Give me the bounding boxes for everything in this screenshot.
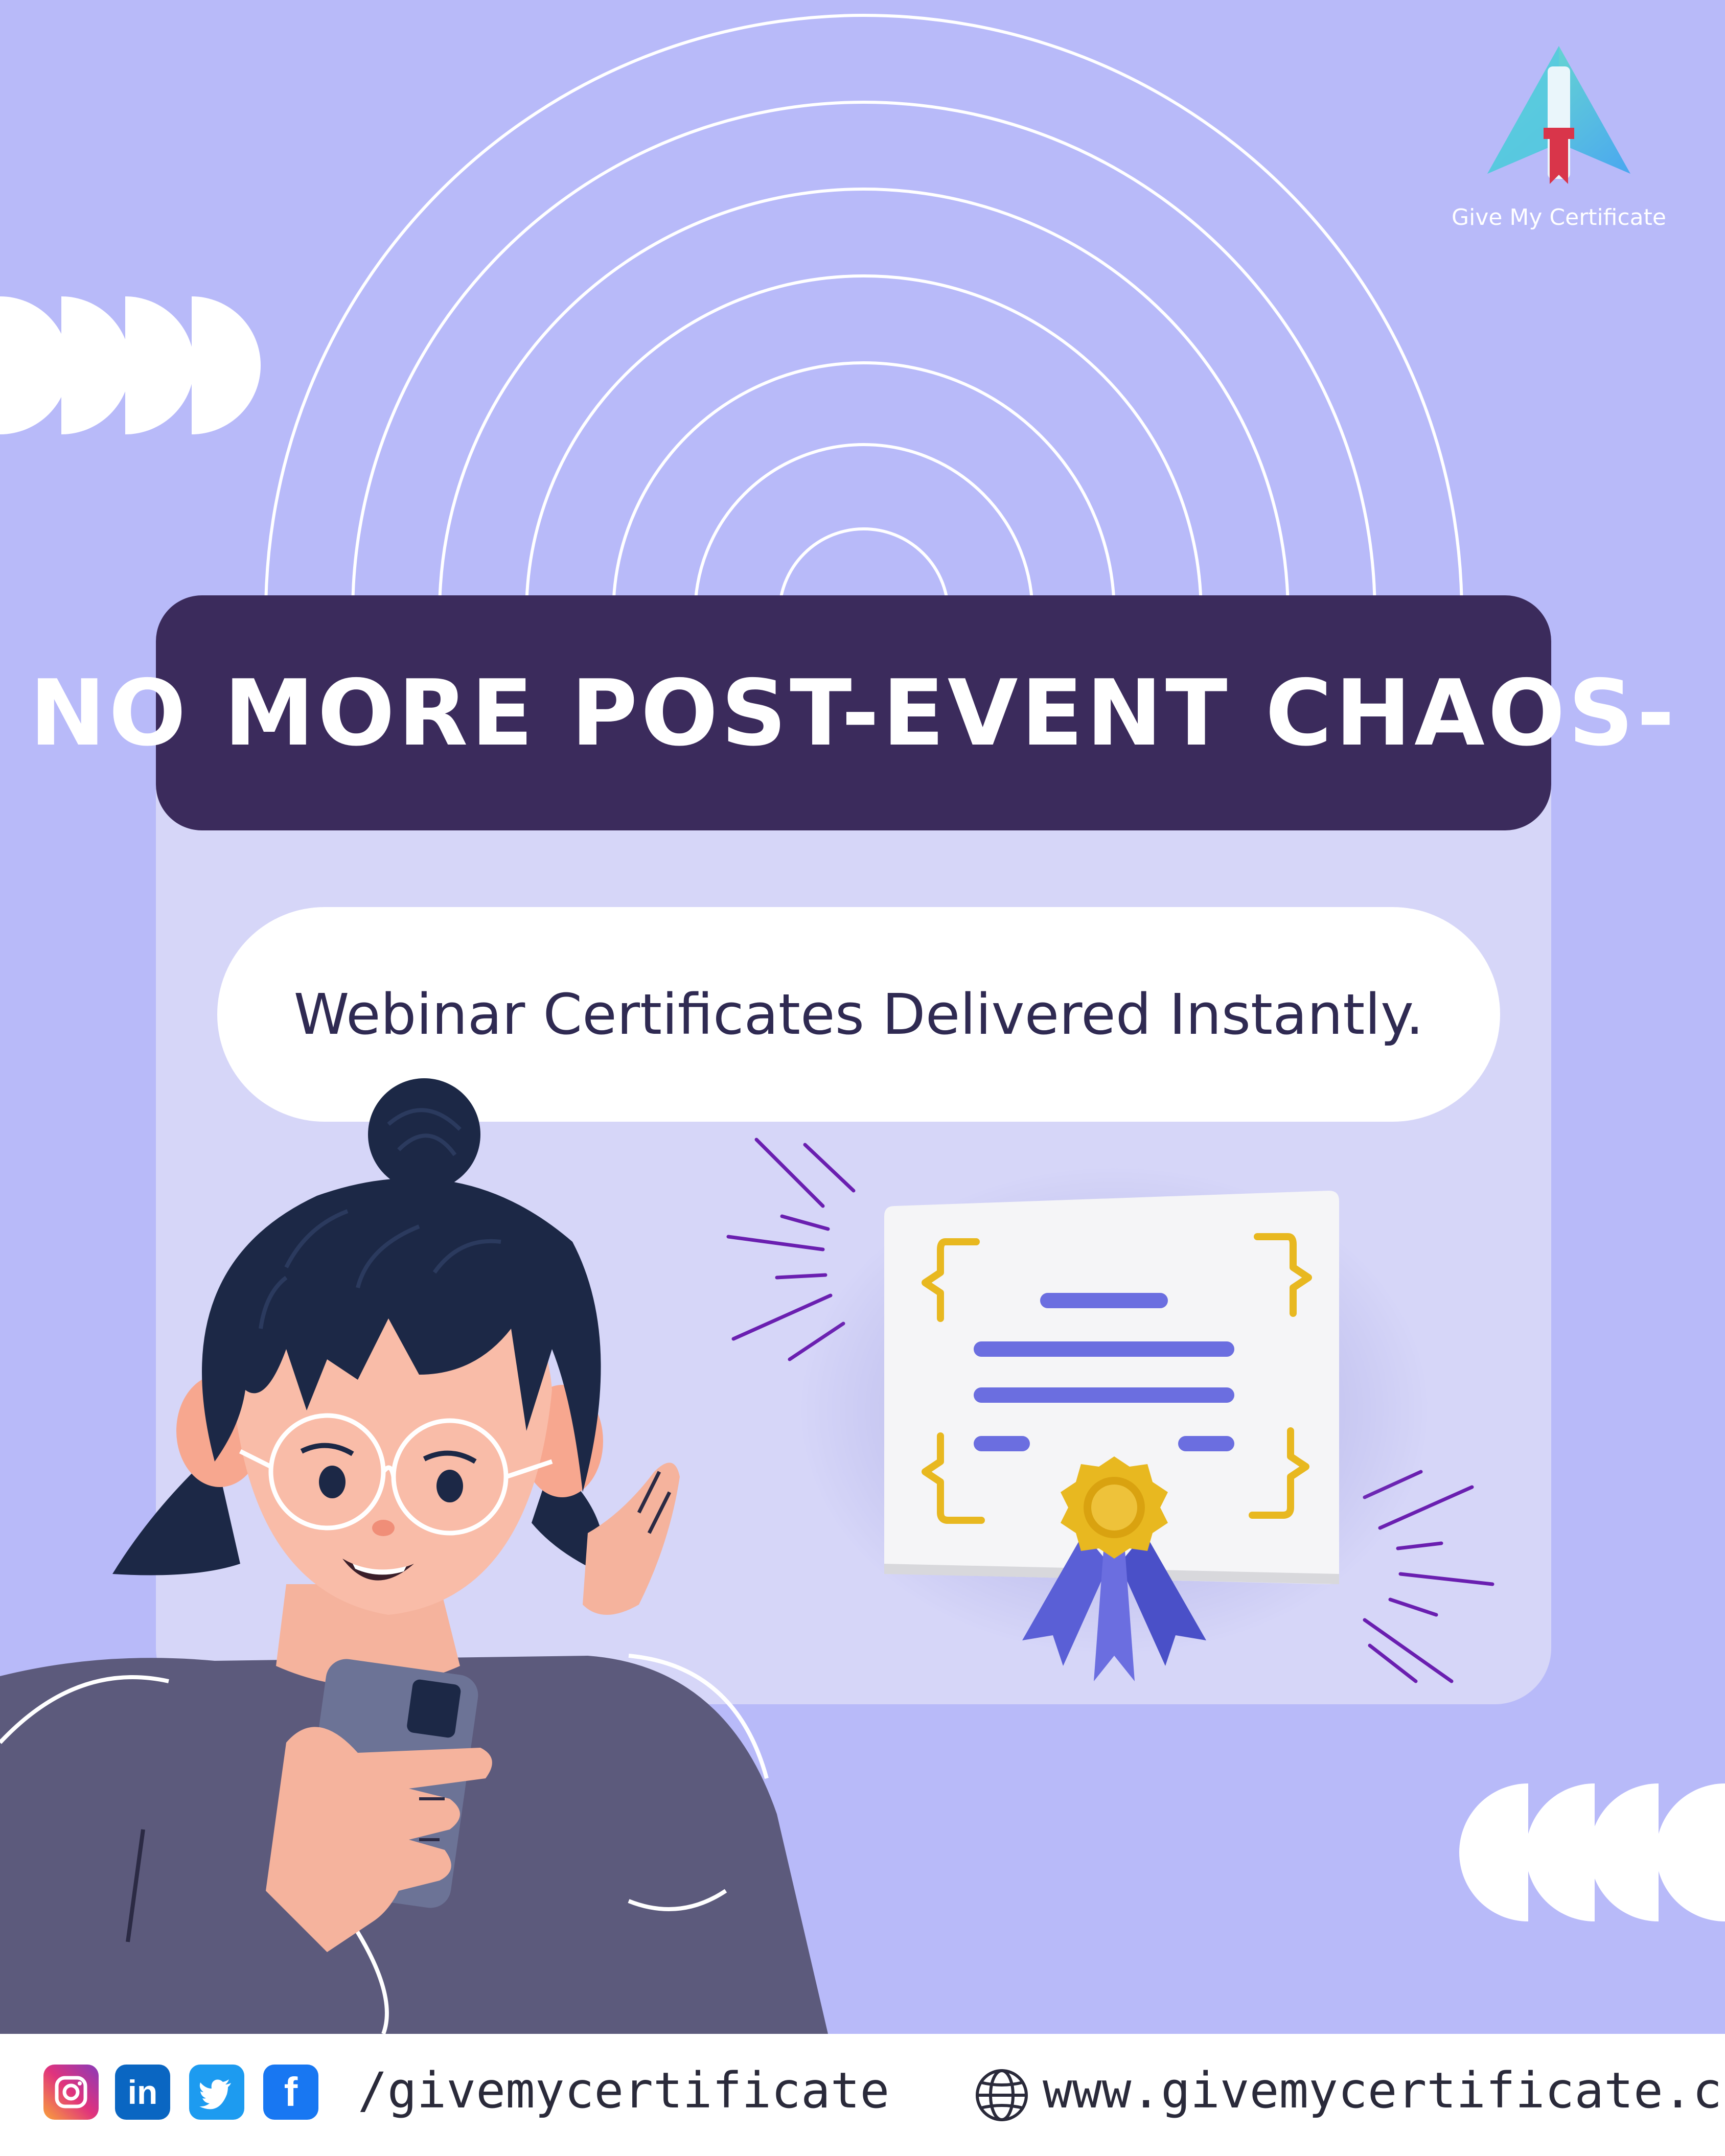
brand-name: Give My Certificate xyxy=(1452,204,1666,230)
linkedin-icon[interactable]: in xyxy=(115,2065,170,2120)
twitter-icon[interactable] xyxy=(189,2065,244,2120)
headline-text: No More Post-Event Chaos- xyxy=(29,660,1678,766)
subtitle-text: Webinar Certificates Delivered Instantly… xyxy=(293,982,1424,1047)
facebook-icon[interactable]: f xyxy=(263,2065,318,2120)
website-link[interactable]: www.givemycertificate.com xyxy=(1043,2062,1725,2119)
half-circles-left-decoration xyxy=(0,296,261,434)
instagram-icon[interactable] xyxy=(43,2065,99,2120)
social-handle[interactable]: /givemycertificate xyxy=(358,2062,889,2119)
half-circles-right-decoration xyxy=(1459,1783,1725,1921)
headline-bar: No More Post-Event Chaos- xyxy=(30,595,1674,830)
woman-with-phone-illustration xyxy=(0,1078,828,2034)
globe-icon xyxy=(976,2069,1028,2121)
